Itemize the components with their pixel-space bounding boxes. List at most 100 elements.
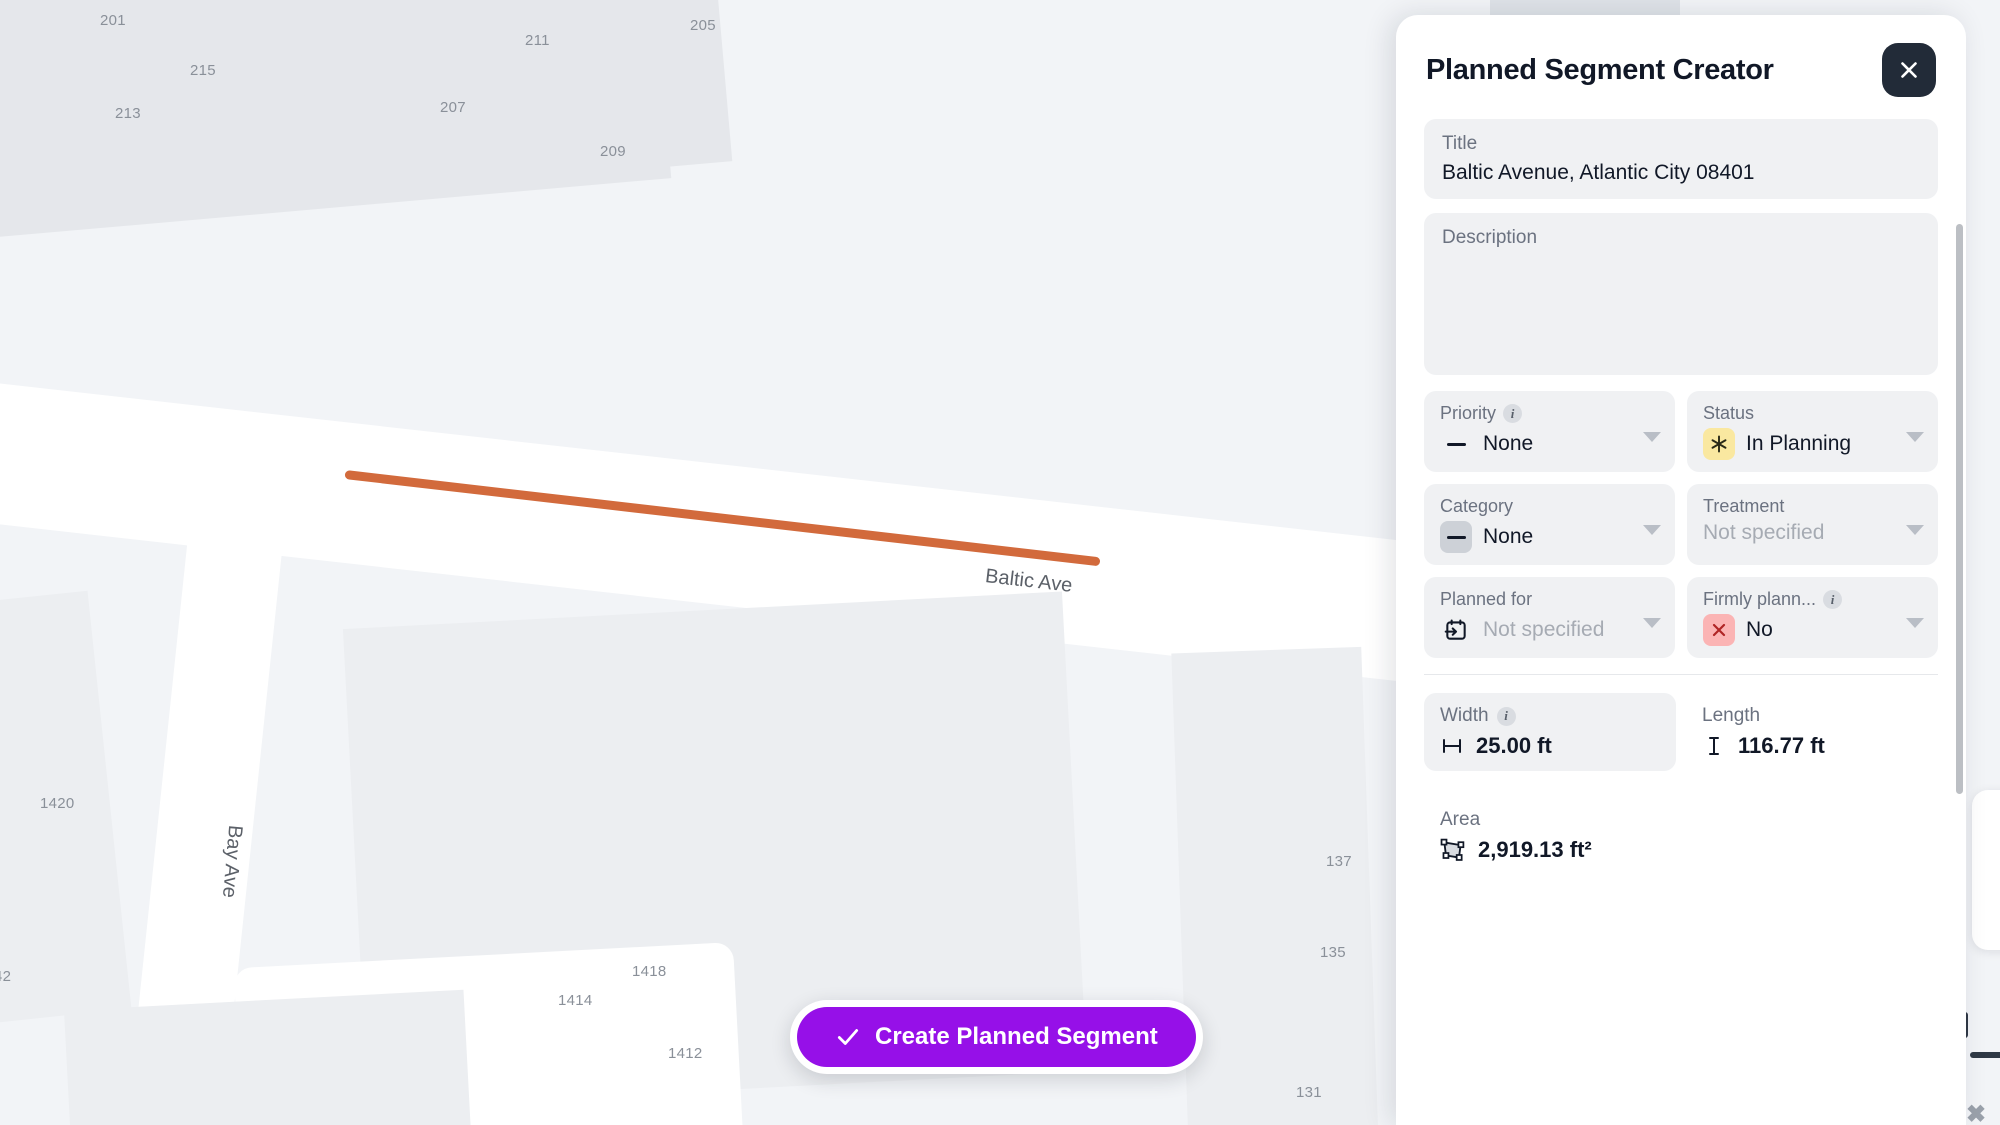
- status-select[interactable]: Status In Planning: [1687, 391, 1938, 472]
- chevron-down-icon[interactable]: [1906, 431, 1924, 442]
- firmly-planned-label: Firmly plann... i: [1703, 589, 1922, 610]
- length-measurement[interactable]: Length 116.77 ft: [1686, 693, 1938, 771]
- map-building-number: 137: [1326, 853, 1352, 870]
- map-edge-glyph: ✖: [1966, 1101, 1987, 1125]
- status-value: In Planning: [1746, 432, 1852, 455]
- planned-for-value: Not specified: [1483, 618, 1605, 641]
- firmly-planned-value-row: No: [1703, 614, 1922, 646]
- firmly-planned-label-text: Firmly plann...: [1703, 589, 1817, 609]
- description-field-label: Description: [1442, 227, 1538, 248]
- map-building-number: 1420: [40, 795, 75, 812]
- map-building-number: 209: [600, 143, 626, 160]
- info-icon[interactable]: i: [1503, 404, 1523, 423]
- chevron-down-icon[interactable]: [1643, 617, 1661, 628]
- select-row-2: Category None Treatment Not specified: [1424, 484, 1938, 565]
- firmly-planned-value: No: [1746, 618, 1773, 641]
- treatment-select[interactable]: Treatment Not specified: [1687, 484, 1938, 565]
- width-label-text: Width: [1440, 705, 1489, 726]
- area-polygon-icon: [1440, 838, 1465, 861]
- dash-icon: [1440, 521, 1472, 553]
- treatment-value: Not specified: [1703, 521, 1825, 544]
- map-building-number: 215: [190, 62, 216, 79]
- select-row-1: Priority i None Status In Planning: [1424, 391, 1938, 472]
- measurements-grid: Width i 25.00 ft Length 116.77 ft: [1424, 693, 1938, 771]
- map-building-number: 131: [1296, 1084, 1322, 1101]
- panel-scrollbar[interactable]: [1956, 224, 1963, 794]
- calendar-arrow-glyph: [1444, 619, 1466, 640]
- planned-segment-creator-panel: Planned Segment Creator Title Baltic Ave…: [1396, 15, 1966, 1125]
- create-planned-segment-button[interactable]: Create Planned Segment: [797, 1007, 1196, 1067]
- map-building-number: 1414: [558, 992, 593, 1009]
- area-label: Area: [1440, 809, 1922, 831]
- dash-icon: [1440, 428, 1472, 460]
- info-icon[interactable]: i: [1496, 706, 1516, 726]
- firmly-planned-select[interactable]: Firmly plann... i No: [1687, 577, 1938, 658]
- map-edge-widget[interactable]: [1972, 790, 2000, 950]
- asterisk-icon: [1703, 428, 1735, 460]
- info-icon[interactable]: i: [1823, 590, 1843, 609]
- map-building-number: 213: [115, 105, 141, 122]
- map-building-number: 205: [690, 17, 716, 34]
- priority-label: Priority i: [1440, 403, 1659, 424]
- map-building-number: 42: [0, 968, 12, 985]
- area-value-row: 2,919.13 ft²: [1440, 837, 1922, 863]
- status-value-row: In Planning: [1703, 428, 1922, 460]
- treatment-label: Treatment: [1703, 496, 1922, 517]
- map-parcel-block: [1171, 646, 1379, 1125]
- map-building-number: 207: [440, 99, 466, 116]
- close-icon: [1901, 62, 1917, 78]
- length-label-text: Length: [1702, 705, 1761, 726]
- priority-value-row: None: [1440, 428, 1659, 460]
- check-icon: [837, 1029, 859, 1045]
- category-select[interactable]: Category None: [1424, 484, 1675, 565]
- create-planned-segment-label: Create Planned Segment: [875, 1023, 1158, 1050]
- priority-select[interactable]: Priority i None: [1424, 391, 1675, 472]
- width-value-row: 25.00 ft: [1440, 733, 1660, 759]
- status-label: Status: [1703, 403, 1922, 424]
- panel-title: Planned Segment Creator: [1426, 53, 1774, 86]
- chevron-down-icon[interactable]: [1643, 524, 1661, 535]
- map-building-number: 201: [100, 12, 126, 29]
- chevron-down-icon[interactable]: [1906, 524, 1924, 535]
- map-edge-handle[interactable]: [1970, 1052, 2000, 1058]
- calendar-arrow-icon: [1440, 614, 1472, 646]
- area-measurement[interactable]: Area 2,919.13 ft²: [1424, 797, 1938, 875]
- description-field[interactable]: Description: [1424, 213, 1938, 375]
- area-label-text: Area: [1440, 809, 1481, 830]
- title-field[interactable]: Title Baltic Avenue, Atlantic City 08401: [1424, 119, 1938, 199]
- title-field-value: Baltic Avenue, Atlantic City 08401: [1442, 161, 1755, 184]
- planned-for-label: Planned for: [1440, 589, 1659, 610]
- x-glyph: [1712, 623, 1726, 637]
- panel-body: Title Baltic Avenue, Atlantic City 08401…: [1396, 119, 1966, 1125]
- chevron-down-icon[interactable]: [1643, 431, 1661, 442]
- map-building-number: 1418: [632, 963, 667, 980]
- width-value: 25.00 ft: [1476, 733, 1552, 758]
- chevron-down-icon[interactable]: [1906, 617, 1924, 628]
- length-label: Length: [1702, 705, 1922, 727]
- width-label: Width i: [1440, 705, 1660, 727]
- planned-for-select[interactable]: Planned for Not specified: [1424, 577, 1675, 658]
- close-panel-button[interactable]: [1882, 43, 1936, 97]
- priority-label-text: Priority: [1440, 403, 1497, 423]
- category-label: Category: [1440, 496, 1659, 517]
- map-building-number: 211: [525, 32, 550, 49]
- treatment-label-text: Treatment: [1703, 496, 1785, 516]
- category-value-row: None: [1440, 521, 1659, 553]
- category-label-text: Category: [1440, 496, 1514, 516]
- category-value: None: [1483, 525, 1534, 548]
- status-label-text: Status: [1703, 403, 1755, 423]
- area-value: 2,919.13 ft²: [1478, 837, 1592, 862]
- section-divider: [1424, 674, 1938, 675]
- create-planned-segment-container: Create Planned Segment: [790, 1000, 1203, 1074]
- width-measurement[interactable]: Width i 25.00 ft: [1424, 693, 1676, 771]
- planned-for-label-text: Planned for: [1440, 589, 1533, 609]
- title-field-label: Title: [1442, 133, 1478, 154]
- x-icon: [1703, 614, 1735, 646]
- map-parcel-block: [63, 989, 477, 1125]
- priority-value: None: [1483, 432, 1534, 455]
- map-building-number: 1412: [668, 1045, 703, 1062]
- length-value-row: 116.77 ft: [1702, 733, 1922, 759]
- width-measure-icon: [1443, 739, 1461, 753]
- treatment-value-row: Not specified: [1703, 521, 1922, 545]
- select-row-3: Planned for Not specified Firmly plann..…: [1424, 577, 1938, 658]
